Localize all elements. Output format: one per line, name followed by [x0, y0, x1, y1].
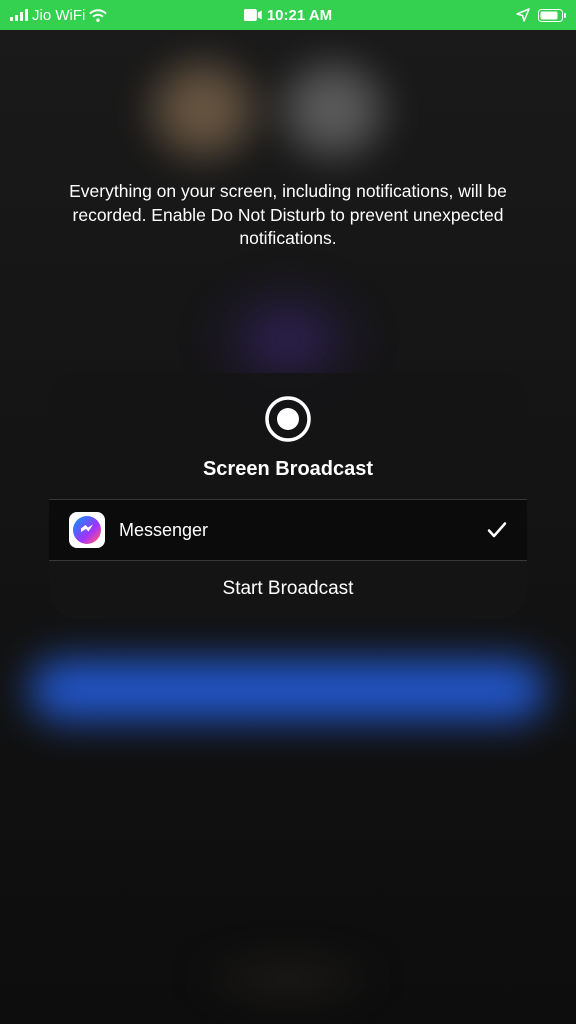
status-bar: Jio WiFi 10:21 AM [0, 0, 576, 30]
sheet-header: Screen Broadcast [49, 373, 527, 499]
bg-button-blur [30, 660, 546, 720]
selected-app-label: Messenger [119, 520, 473, 541]
start-broadcast-button[interactable]: Start Broadcast [49, 561, 527, 619]
wifi-icon [89, 9, 107, 22]
status-center: 10:21 AM [244, 7, 332, 24]
camera-icon [244, 9, 262, 21]
cellular-signal-icon [10, 9, 28, 21]
checkmark-icon [487, 521, 507, 539]
location-icon [516, 8, 530, 22]
time-label: 10:21 AM [267, 7, 332, 24]
app-selector-row[interactable]: Messenger [49, 499, 527, 561]
screen-broadcast-sheet: Screen Broadcast Messenger Start Broadca… [49, 373, 527, 619]
sheet-title: Screen Broadcast [203, 458, 373, 481]
status-right [516, 8, 566, 22]
carrier-label: Jio WiFi [32, 7, 85, 24]
status-left: Jio WiFi [10, 7, 107, 24]
bg-bottom-blur [188, 954, 388, 1004]
record-icon [264, 395, 312, 443]
recording-disclosure-text: Everything on your screen, including not… [0, 30, 576, 251]
battery-icon [538, 9, 566, 22]
messenger-app-icon [69, 512, 105, 548]
